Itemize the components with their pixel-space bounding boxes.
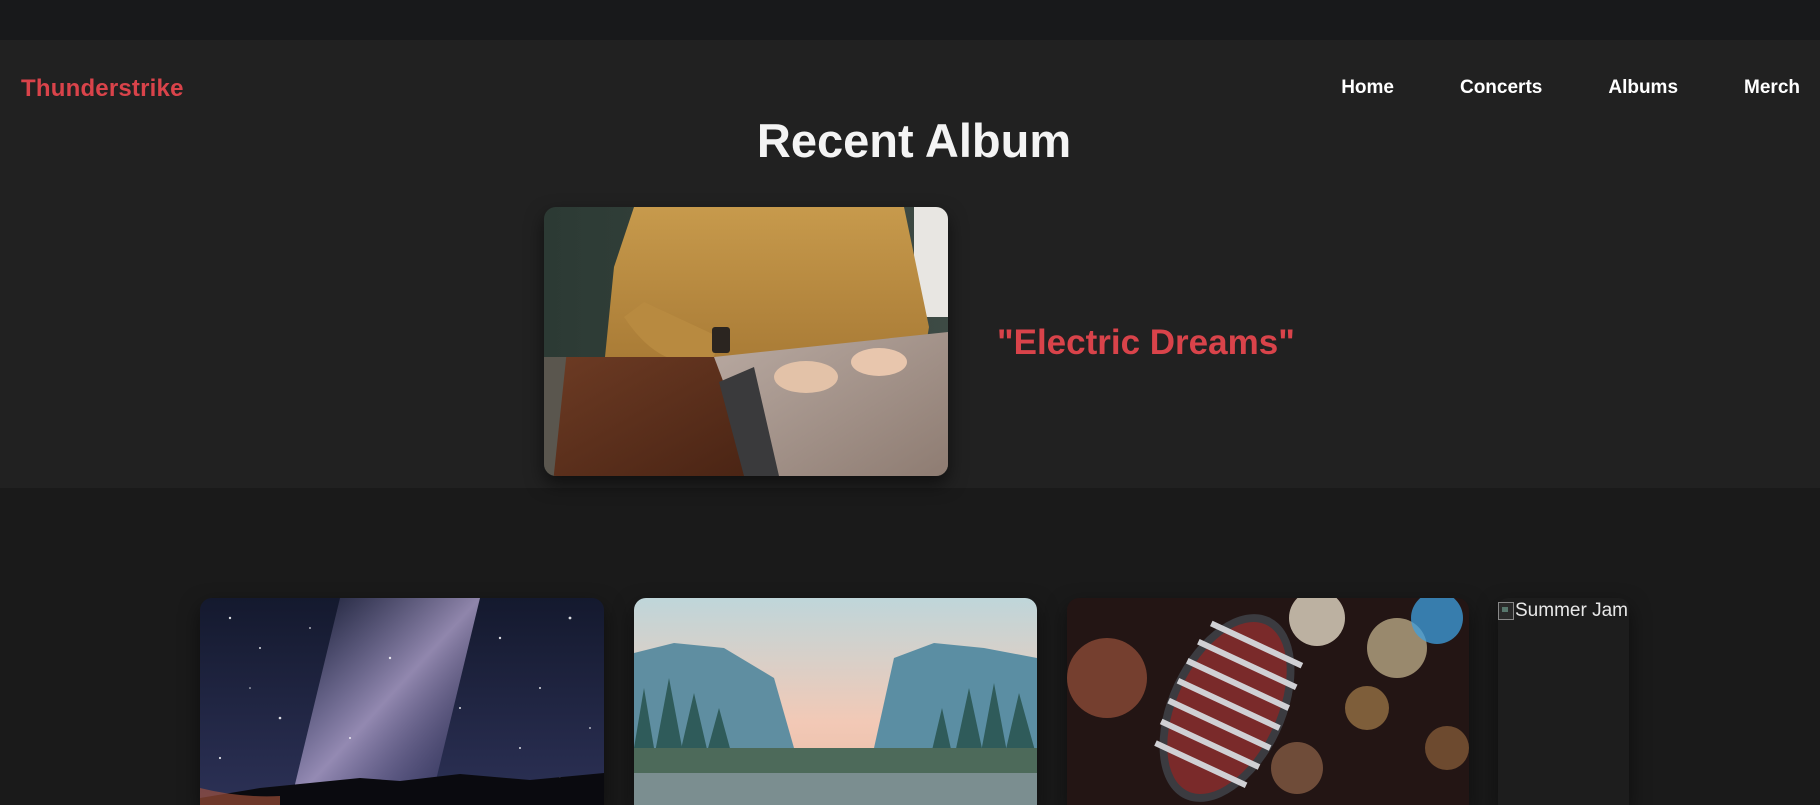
nav-item-home[interactable]: Home xyxy=(1341,77,1394,99)
nav-item-concerts[interactable]: Concerts xyxy=(1460,77,1542,99)
album-title: "Electric Dreams" xyxy=(997,323,1295,362)
page-title: Recent Album xyxy=(756,114,1072,167)
top-strip xyxy=(0,0,1820,40)
nav-item-merch[interactable]: Merch xyxy=(1744,77,1800,99)
album-card-milky-way[interactable] xyxy=(200,598,604,805)
nav-item-albums[interactable]: Albums xyxy=(1608,77,1678,99)
broken-image: Summer Jam xyxy=(1498,598,1629,622)
broken-image-alt: Summer Jam xyxy=(1515,600,1628,621)
main-nav: Home Concerts Albums Merch xyxy=(1341,77,1800,99)
album-cover-image[interactable] xyxy=(544,207,948,476)
broken-image-icon xyxy=(1498,602,1514,620)
brand-logo[interactable]: Thunderstrike xyxy=(21,75,184,103)
album-card-mountain-lake[interactable] xyxy=(634,598,1037,805)
album-card-microphone[interactable] xyxy=(1067,598,1469,805)
album-card-summer-jam[interactable]: Summer Jam xyxy=(1498,598,1629,805)
